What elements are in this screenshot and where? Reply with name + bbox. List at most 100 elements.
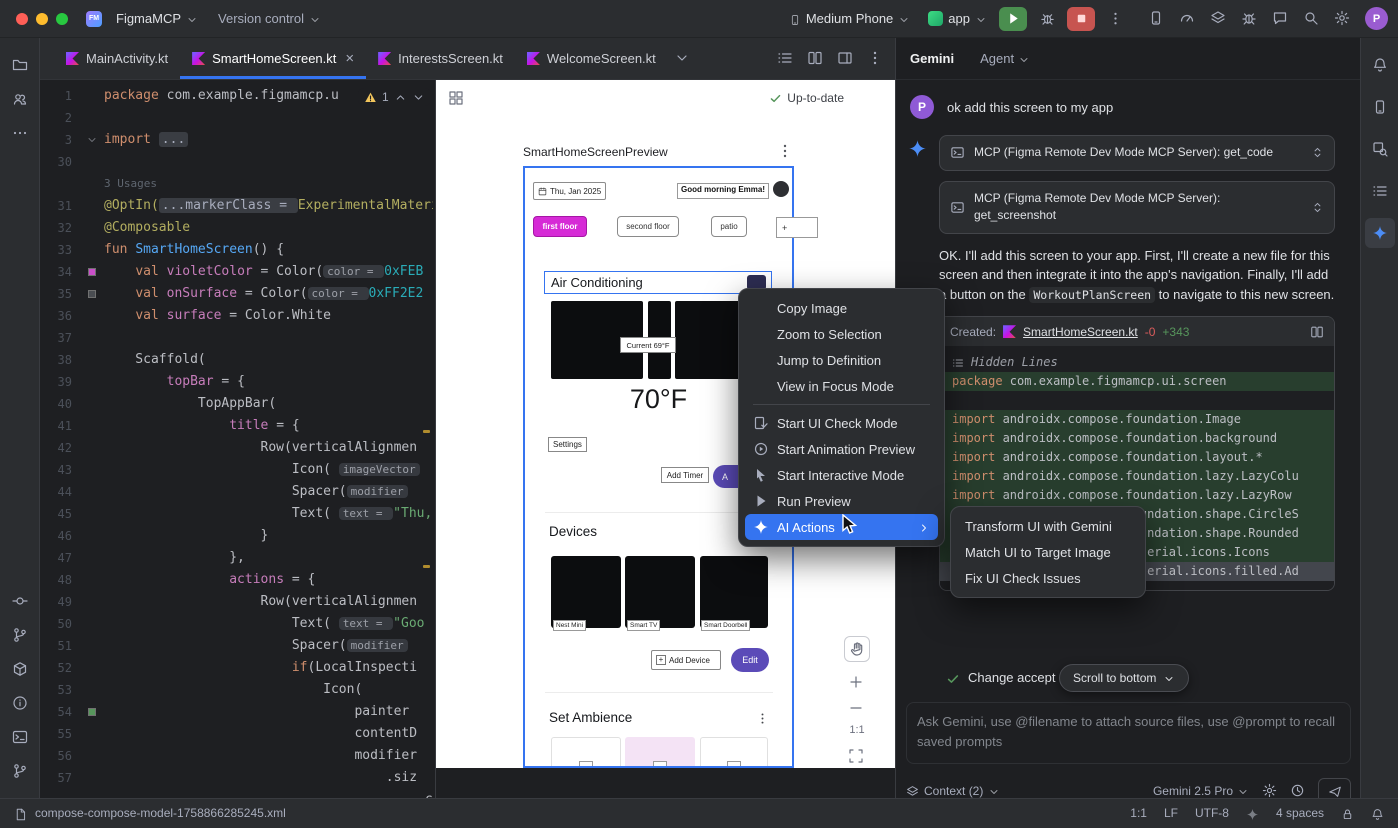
code-line[interactable]: 3import ... <box>40 129 433 151</box>
menu-item-view-in-focus-mode[interactable]: View in Focus Mode <box>745 373 938 399</box>
chip-second-floor[interactable]: second floor <box>617 216 679 237</box>
maximize-window-icon[interactable] <box>56 13 68 25</box>
menu-item-copy-image[interactable]: Copy Image <box>745 295 938 321</box>
settings-icon[interactable] <box>1331 7 1353 31</box>
code-line[interactable]: 42 Row(verticalAlignmen <box>40 437 433 459</box>
build-icon[interactable] <box>5 654 35 684</box>
code-line[interactable]: 32@Composable <box>40 217 433 239</box>
send-button[interactable] <box>1318 778 1351 798</box>
edit-button[interactable]: Edit <box>731 648 769 672</box>
pull-requests-icon[interactable] <box>5 620 35 650</box>
preview-title[interactable]: SmartHomeScreenPreview <box>523 145 668 159</box>
submenu-item-match-ui-to-target-image[interactable]: Match UI to Target Image <box>957 539 1139 565</box>
prompt-history-icon[interactable] <box>1290 782 1305 798</box>
open-diff-icon[interactable] <box>1310 324 1324 339</box>
code-line[interactable]: 34 val violetColor = Color(color = 0xFEB <box>40 261 433 283</box>
code-line[interactable]: 54 painter <box>40 701 433 723</box>
scroll-to-bottom-button[interactable]: Scroll to bottom <box>1059 664 1189 692</box>
chip-add-floor[interactable]: + <box>776 217 818 238</box>
code-line[interactable]: 49 Row(verticalAlignmen <box>40 591 433 613</box>
stop-button[interactable] <box>1067 7 1095 31</box>
submenu-item-transform-ui-with-gemini[interactable]: Transform UI with Gemini <box>957 513 1139 539</box>
add-device-button[interactable]: + Add Device <box>651 650 721 670</box>
status-indent[interactable]: 4 spaces <box>1276 806 1324 820</box>
more-actions-button[interactable] <box>1101 7 1129 31</box>
user-avatar[interactable]: P <box>1365 7 1388 30</box>
ambience-options-icon[interactable] <box>756 710 769 728</box>
usages-hint[interactable]: 3 Usages <box>104 177 157 190</box>
notifications-icon[interactable] <box>1365 50 1395 80</box>
code-line[interactable]: 2 <box>40 107 433 129</box>
chip-patio[interactable]: patio <box>711 216 747 237</box>
close-window-icon[interactable] <box>16 13 28 25</box>
pan-tool-button[interactable] <box>844 636 870 662</box>
profile-avatar[interactable] <box>773 181 789 197</box>
date-chip[interactable]: Thu, Jan 2025 <box>533 182 606 200</box>
editor-list-icon[interactable] <box>777 50 793 68</box>
model-selector[interactable]: Gemini 2.5 Pro <box>1153 784 1249 798</box>
menu-item-start-interactive-mode[interactable]: Start Interactive Mode <box>745 462 938 488</box>
color-preview-icon[interactable] <box>88 708 96 716</box>
window-controls[interactable] <box>16 13 68 25</box>
code-line[interactable]: 39 topBar = { <box>40 371 433 393</box>
code-line[interactable]: 30 <box>40 151 433 173</box>
menu-item-start-animation-preview[interactable]: Start Animation Preview <box>745 436 938 462</box>
project-selector[interactable]: FigmaMCP <box>110 8 204 29</box>
menu-item-start-ui-check-mode[interactable]: Start UI Check Mode <box>745 410 938 436</box>
run-button[interactable] <box>999 7 1027 31</box>
code-line[interactable]: 36 val surface = Color.White <box>40 305 433 327</box>
project-icon[interactable] <box>5 50 35 80</box>
preview-options-icon[interactable] <box>777 142 793 160</box>
add-timer-button[interactable]: Add Timer <box>661 467 709 483</box>
hidden-tabs-dropdown[interactable] <box>668 38 696 79</box>
lock-icon[interactable] <box>1341 806 1354 820</box>
menu-item-jump-to-definition[interactable]: Jump to Definition <box>745 347 938 373</box>
problems-icon[interactable] <box>5 688 35 718</box>
tab-welcomescreen-kt[interactable]: WelcomeScreen.kt <box>515 38 668 79</box>
layout-inspector-icon[interactable] <box>1365 134 1395 164</box>
close-tab-icon[interactable]: × <box>345 51 354 66</box>
code-line[interactable]: 31@OptIn(...markerClass = ExperimentalMa… <box>40 195 433 217</box>
tab-mainactivity-kt[interactable]: MainActivity.kt <box>54 38 180 79</box>
code-line[interactable]: 50 Text( text = "Goo <box>40 613 433 635</box>
zoom-in-button[interactable] <box>848 674 864 690</box>
zoom-ratio-button[interactable]: 1:1 <box>844 724 870 736</box>
more-tool-windows-icon[interactable] <box>5 118 35 148</box>
preview-grid-icon[interactable] <box>448 89 464 107</box>
fold-icon[interactable] <box>80 134 104 146</box>
device-card-smart-doorbell[interactable] <box>700 556 768 628</box>
zoom-out-button[interactable] <box>848 700 864 716</box>
search-everywhere-icon[interactable] <box>1300 7 1322 31</box>
analysis-stripe-mark[interactable] <box>423 565 430 568</box>
code-line[interactable]: 3 Usages <box>40 173 433 195</box>
previous-issue-icon[interactable] <box>394 90 407 104</box>
terminal-icon[interactable] <box>5 722 35 752</box>
prompt-input[interactable]: Ask Gemini, use @filename to attach sour… <box>906 702 1351 764</box>
expand-icon[interactable] <box>1311 198 1324 216</box>
tab-gemini[interactable]: Gemini <box>910 51 954 66</box>
device-card-smart-tv[interactable] <box>625 556 695 628</box>
mcp-tool-call-card[interactable]: MCP (Figma Remote Dev Mode MCP Server): … <box>939 181 1335 234</box>
hidden-lines-row[interactable]: Hidden Lines <box>940 353 1334 372</box>
code-line[interactable]: 33fun SmartHomeScreen() { <box>40 239 433 261</box>
device-selector[interactable]: Medium Phone <box>783 8 916 29</box>
running-devices-icon[interactable] <box>1145 7 1167 31</box>
code-line[interactable]: 48 actions = { <box>40 569 433 591</box>
commit-icon[interactable] <box>5 586 35 616</box>
device-manager-icon[interactable] <box>1365 92 1395 122</box>
code-line[interactable]: 57 .siz <box>40 767 433 789</box>
color-preview-icon[interactable] <box>88 290 96 298</box>
resource-manager-icon[interactable] <box>5 84 35 114</box>
code-line[interactable]: 45 Text( text = "Thu, <box>40 503 433 525</box>
analysis-stripe-mark[interactable] <box>423 430 430 433</box>
gemini-status-icon[interactable] <box>1246 806 1259 820</box>
code-line[interactable]: 46 } <box>40 525 433 547</box>
gemini-settings-icon[interactable] <box>1262 782 1277 798</box>
menu-item-zoom-to-selection[interactable]: Zoom to Selection <box>745 321 938 347</box>
tab-interestsscreen-kt[interactable]: InterestsScreen.kt <box>366 38 515 79</box>
editor-more-icon[interactable] <box>867 50 883 68</box>
run-configuration-selector[interactable]: app <box>922 8 993 29</box>
code-line[interactable]: 35 val onSurface = Color(color = 0xFF2E2 <box>40 283 433 305</box>
mcp-tool-call-card[interactable]: MCP (Figma Remote Dev Mode MCP Server): … <box>939 135 1335 171</box>
submenu-item-fix-ui-check-issues[interactable]: Fix UI Check Issues <box>957 565 1139 591</box>
